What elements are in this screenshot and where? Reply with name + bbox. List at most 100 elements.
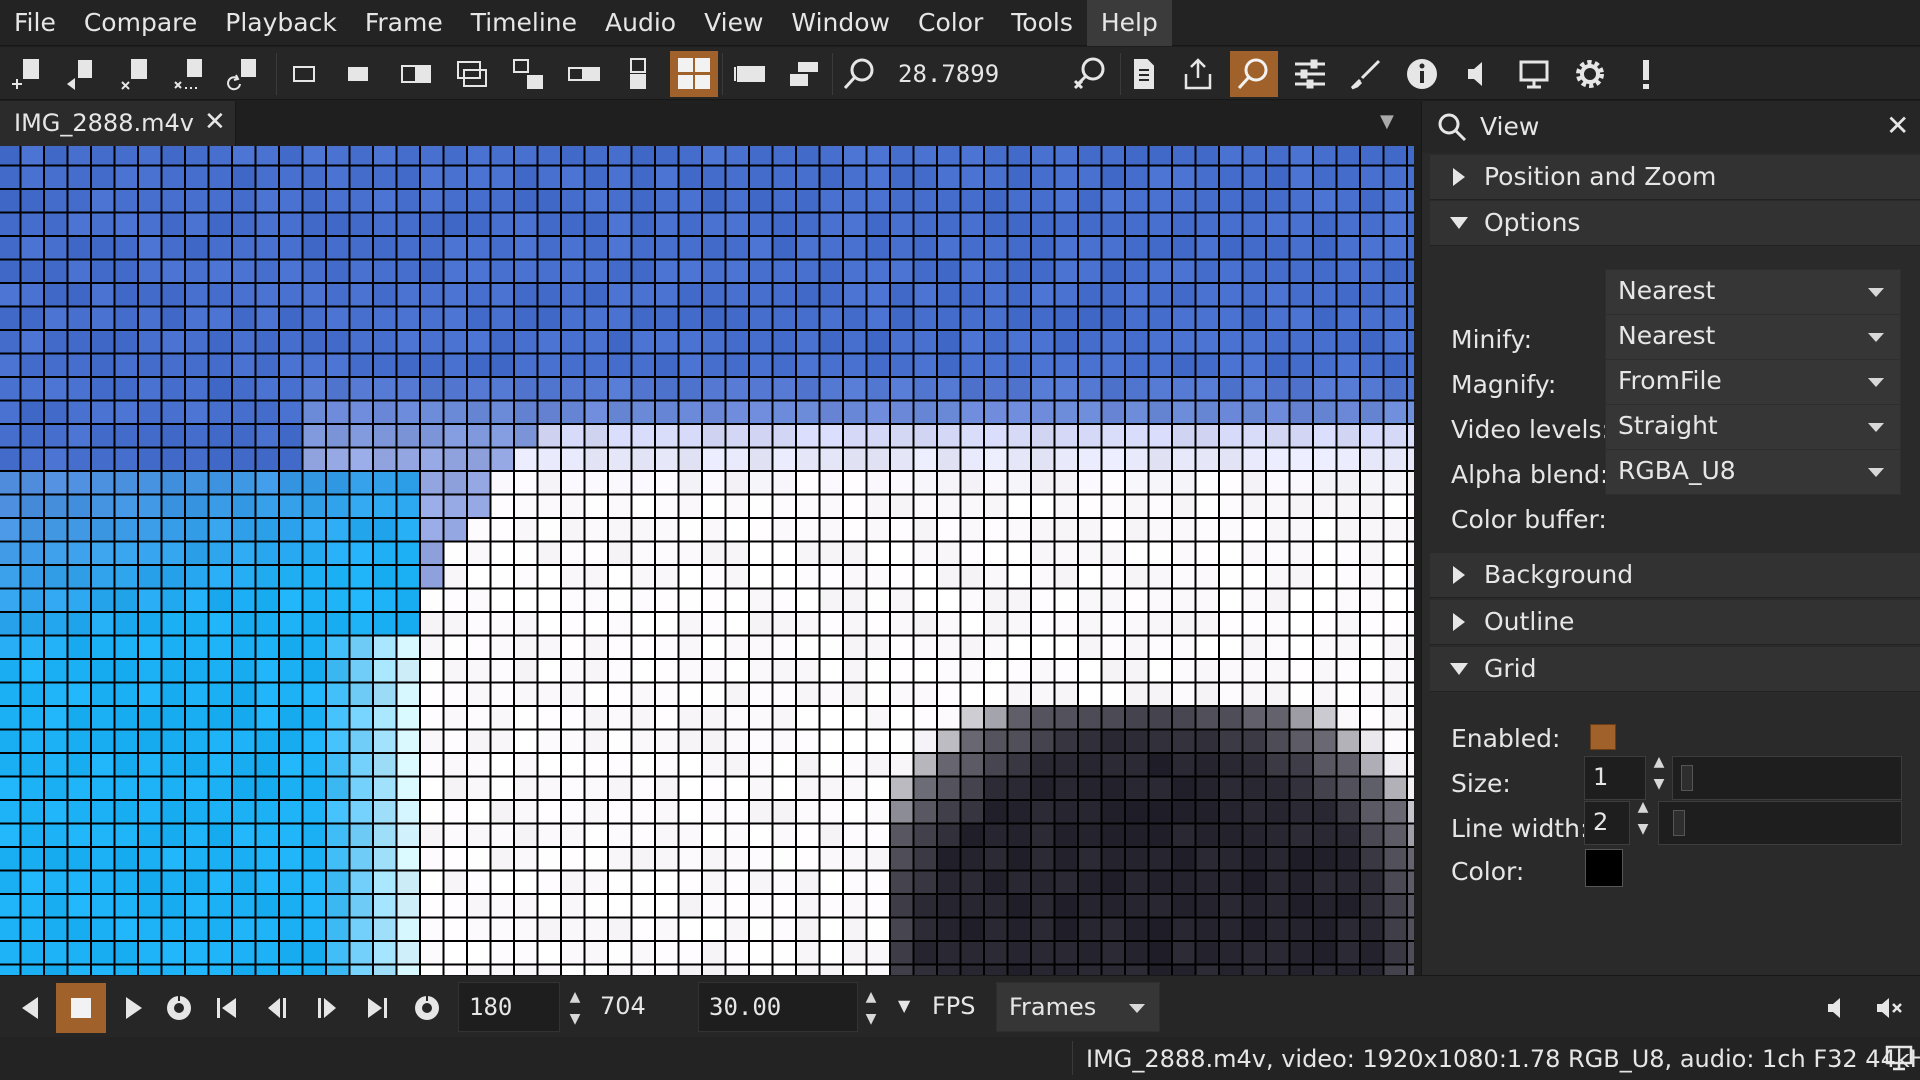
pixel-cell [443, 964, 467, 975]
pixel-cell [561, 870, 585, 894]
frame-up-button[interactable]: ▲ [566, 988, 584, 1006]
difference-icon[interactable] [504, 51, 552, 97]
pixel-cell [819, 447, 843, 471]
zoom-fit-icon[interactable] [1066, 51, 1114, 97]
chevron-down-icon[interactable]: ▼ [1380, 111, 1394, 132]
pixel-cell [67, 870, 91, 894]
relative-icon[interactable] [726, 51, 774, 97]
menu-tools[interactable]: Tools [997, 0, 1087, 46]
pixel-cell [161, 541, 185, 565]
view-tool-icon[interactable] [1230, 51, 1278, 97]
zoom-reset-icon[interactable] [836, 51, 884, 97]
menu-color[interactable]: Color [904, 0, 997, 46]
menu-view[interactable]: View [690, 0, 777, 46]
current-frame-input[interactable]: 180 [458, 982, 560, 1032]
settings-icon[interactable] [1566, 51, 1614, 97]
close-icon[interactable]: ✕ [204, 107, 226, 137]
compare-b-icon[interactable] [334, 51, 382, 97]
grid-line-width-input[interactable]: 2 [1584, 801, 1630, 845]
reload-icon[interactable] [220, 51, 268, 97]
close-panel-icon[interactable]: ✕ [1886, 109, 1909, 142]
messages-icon[interactable] [1622, 51, 1670, 97]
mute-icon[interactable] [1864, 983, 1914, 1033]
slider-handle[interactable] [1681, 765, 1693, 791]
grid-line-width-up-button[interactable]: ▲ [1634, 798, 1652, 816]
devices-icon[interactable] [1510, 51, 1558, 97]
compare-a-icon[interactable] [280, 51, 328, 97]
menu-help[interactable]: Help [1086, 0, 1172, 46]
fps-up-button[interactable]: ▲ [862, 988, 880, 1006]
grid-size-up-button[interactable]: ▲ [1650, 753, 1668, 771]
color-buffer-select[interactable]: RGBA_U8 [1605, 449, 1901, 495]
alpha-blend-select[interactable]: Straight [1605, 404, 1901, 450]
stop-icon[interactable] [56, 983, 106, 1033]
fps-input[interactable]: 30.00 [698, 982, 858, 1032]
fps-down-button[interactable]: ▼ [862, 1010, 880, 1028]
frame-down-button[interactable]: ▼ [566, 1010, 584, 1028]
slider-handle[interactable] [1673, 810, 1685, 836]
image-viewport[interactable] [0, 146, 1414, 975]
menu-frame[interactable]: Frame [351, 0, 457, 46]
menu-audio[interactable]: Audio [591, 0, 690, 46]
pixel-cell [138, 400, 162, 424]
grid-color-swatch[interactable] [1585, 849, 1623, 887]
close-file-alt-icon[interactable] [112, 51, 160, 97]
search-icon[interactable] [1436, 111, 1468, 143]
section-grid[interactable]: Grid [1430, 647, 1920, 692]
go-to-end-icon[interactable] [352, 983, 402, 1033]
previous-frame-icon[interactable] [252, 983, 302, 1033]
grid-size-input[interactable]: 1 [1584, 756, 1646, 800]
export-icon[interactable] [1174, 51, 1222, 97]
section-options[interactable]: Options [1430, 201, 1920, 246]
pixel-cell [514, 612, 538, 636]
grid-line-width-down-button[interactable]: ▼ [1634, 820, 1652, 838]
menu-window[interactable]: Window [777, 0, 904, 46]
set-in-point-icon[interactable] [154, 983, 204, 1033]
pixel-cell [232, 870, 256, 894]
section-position-zoom[interactable]: Position and Zoom [1430, 155, 1920, 200]
horizontal-icon[interactable] [560, 51, 608, 97]
color-controls-icon[interactable] [1286, 51, 1334, 97]
wipe-icon[interactable] [392, 51, 440, 97]
pixel-cell [725, 682, 749, 706]
monitor-icon[interactable] [1884, 1043, 1914, 1073]
grid-line-width-slider[interactable] [1658, 801, 1902, 845]
play-reverse-icon[interactable] [6, 983, 56, 1033]
tab-img-2888[interactable]: IMG_2888.m4v ✕ [0, 101, 236, 146]
menu-timeline[interactable]: Timeline [457, 0, 591, 46]
grid-size-slider[interactable] [1672, 756, 1902, 800]
pixel-cell [725, 729, 749, 753]
zoom-input[interactable]: 28.7899 [898, 53, 1038, 95]
audio-icon[interactable] [1454, 51, 1502, 97]
play-forward-icon[interactable] [108, 983, 158, 1033]
pixel-cell [514, 518, 538, 542]
fps-menu-icon[interactable]: ▼ [898, 996, 910, 1015]
menu-playback[interactable]: Playback [211, 0, 351, 46]
section-background[interactable]: Background [1430, 553, 1920, 598]
video-levels-select[interactable]: FromFile [1605, 359, 1901, 405]
next-frame-icon[interactable] [302, 983, 352, 1033]
annotation-icon[interactable] [1342, 51, 1390, 97]
overlay-icon[interactable] [448, 51, 496, 97]
grid-size-down-button[interactable]: ▼ [1650, 775, 1668, 793]
new-file-icon[interactable] [4, 51, 52, 97]
grid-enabled-checkbox[interactable] [1590, 724, 1616, 750]
time-units-select[interactable]: Frames [996, 982, 1160, 1032]
minify-select[interactable]: Nearest [1605, 269, 1901, 315]
set-out-point-icon[interactable] [402, 983, 452, 1033]
magnify-select[interactable]: Nearest [1605, 314, 1901, 360]
file-icon[interactable] [1120, 51, 1168, 97]
pixel-cell [843, 635, 867, 659]
menu-file[interactable]: File [0, 0, 70, 46]
section-outline[interactable]: Outline [1430, 600, 1920, 645]
vertical-icon[interactable] [614, 51, 662, 97]
info-icon[interactable] [1398, 51, 1446, 97]
volume-icon[interactable] [1812, 983, 1862, 1033]
tile-icon[interactable] [670, 51, 718, 97]
menu-compare[interactable]: Compare [70, 0, 211, 46]
pixel-cell [255, 682, 279, 706]
close-file-icon[interactable] [58, 51, 106, 97]
go-to-start-icon[interactable] [202, 983, 252, 1033]
close-all-icon[interactable] [166, 51, 214, 97]
absolute-icon[interactable] [780, 51, 828, 97]
